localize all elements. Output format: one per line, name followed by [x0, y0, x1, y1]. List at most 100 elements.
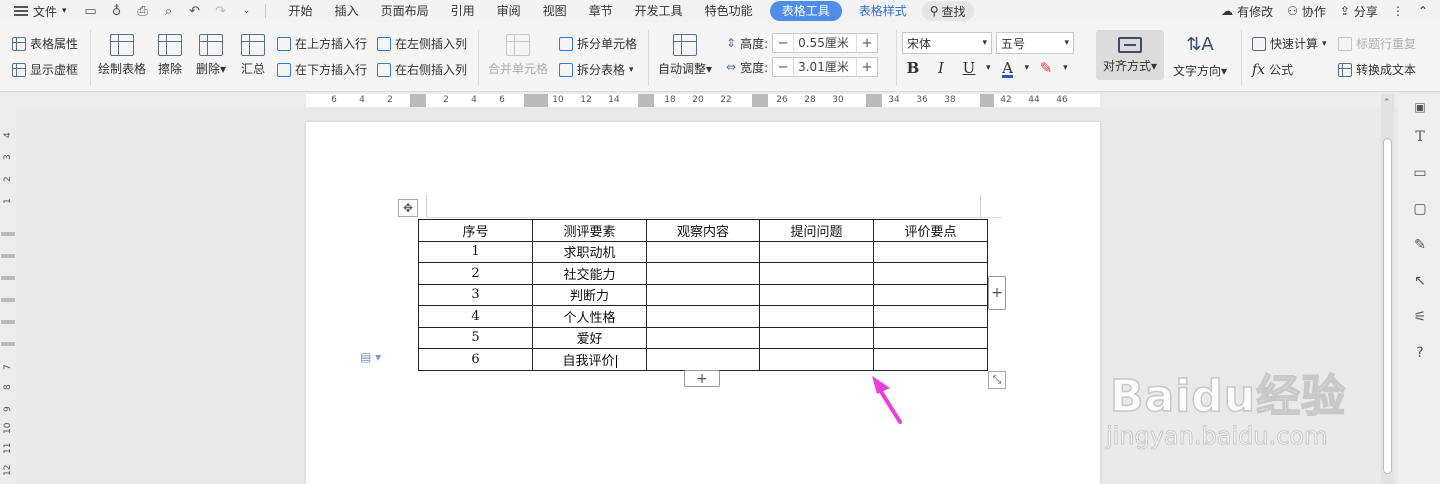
horizontal-ruler[interactable]: 6 4 2 2 4 6 10 12 14 18 20 22 26 28 30 3…	[0, 92, 1400, 108]
more-chevron-icon[interactable]: ⌄	[239, 6, 255, 16]
text-style-icon[interactable]: T	[1409, 126, 1431, 148]
tab-references[interactable]: 引用	[440, 0, 486, 22]
font-size-select[interactable]: 五号 ▾	[996, 32, 1074, 54]
file-menu[interactable]: 文件 ▾	[0, 0, 77, 22]
tab-page-layout[interactable]: 页面布局	[370, 0, 440, 22]
table-cell[interactable]	[646, 348, 760, 371]
tab-chapter[interactable]: 章节	[578, 0, 624, 22]
format-painter-icon[interactable]: ♁	[109, 4, 125, 19]
width-field[interactable]: − 3.01厘米 +	[772, 57, 879, 77]
italic-icon[interactable]: I	[930, 59, 952, 77]
table-cell[interactable]: 爱好	[532, 326, 647, 349]
quick-calc-button[interactable]: 快速计算 ▾	[1252, 35, 1327, 52]
table-cell[interactable]	[873, 262, 988, 285]
underline-icon[interactable]: U	[958, 59, 980, 77]
table-cell[interactable]	[873, 305, 988, 328]
insert-col-right-button[interactable]: 在右侧插入列	[377, 61, 467, 78]
table-cell[interactable]	[873, 240, 988, 263]
save-icon[interactable]: ▭	[83, 4, 99, 19]
print-icon[interactable]: ⎙	[135, 4, 151, 19]
bold-icon[interactable]: B	[902, 59, 924, 77]
table-cell[interactable]	[646, 305, 760, 328]
table-header-cell[interactable]: 提问问题	[759, 219, 874, 242]
paragraph-layout-icon[interactable]: ▤ ▾	[360, 350, 381, 364]
table-cell[interactable]: 4	[418, 305, 533, 328]
table-header-cell[interactable]: 序号	[418, 219, 533, 242]
more-options-icon[interactable]: ⋮	[1392, 4, 1404, 18]
document-settings-icon[interactable]: ▢	[1409, 198, 1431, 220]
table-cell[interactable]: 求职动机	[532, 240, 647, 263]
chevron-down-icon[interactable]: ▾	[1025, 63, 1030, 73]
print-preview-icon[interactable]: ⌕	[161, 4, 177, 19]
formula-button[interactable]: fx 公式	[1252, 61, 1293, 78]
pen-icon[interactable]: ✎	[1409, 234, 1431, 256]
table-header-cell[interactable]: 评价要点	[873, 219, 988, 242]
split-table-button[interactable]: 拆分表格 ▾	[559, 61, 634, 78]
undo-icon[interactable]: ↶	[187, 4, 203, 19]
convert-to-text-button[interactable]: 转换成文本	[1338, 61, 1416, 78]
table-cell[interactable]: 5	[418, 326, 533, 349]
table-move-handle[interactable]: ✥	[398, 199, 418, 217]
table-cell[interactable]	[646, 240, 760, 263]
highlight-icon[interactable]: ✎	[1035, 59, 1057, 77]
table-cell[interactable]: 3	[418, 283, 533, 306]
ruler-column-marker[interactable]	[980, 94, 994, 107]
tab-table-style[interactable]: 表格样式	[848, 0, 918, 22]
redo-icon[interactable]: ↷	[213, 4, 229, 19]
height-increase-button[interactable]: +	[857, 36, 877, 51]
table-cell[interactable]	[759, 305, 874, 328]
table-cell[interactable]	[759, 348, 874, 371]
table-cell[interactable]	[646, 283, 760, 306]
table-cell[interactable]	[759, 240, 874, 263]
tab-developer[interactable]: 开发工具	[624, 0, 694, 22]
tab-start[interactable]: 开始	[278, 0, 324, 22]
merge-cells-button[interactable]: 合并单元格	[488, 34, 548, 77]
summary-button[interactable]: 汇总	[241, 34, 265, 77]
table-cell[interactable]: 社交能力	[532, 262, 647, 285]
vertical-scrollbar[interactable]: ⌃	[1381, 94, 1394, 484]
align-mode-button[interactable]: 对齐方式▾	[1096, 30, 1164, 80]
table-cell[interactable]: 6	[418, 348, 533, 371]
table-cell[interactable]	[873, 348, 988, 371]
auto-adjust-button[interactable]: 自动调整▾	[658, 34, 712, 77]
table-cell[interactable]	[759, 283, 874, 306]
help-icon[interactable]: ?	[1409, 342, 1431, 364]
table-header-cell[interactable]: 测评要素	[532, 219, 647, 242]
font-color-icon[interactable]: A	[997, 59, 1019, 77]
scrollbar-thumb[interactable]	[1383, 138, 1392, 474]
tab-review[interactable]: 审阅	[486, 0, 532, 22]
insert-col-left-button[interactable]: 在左侧插入列	[377, 35, 467, 52]
modified-status[interactable]: ☁ 有修改	[1221, 3, 1273, 20]
adjust-icon[interactable]: ⚟	[1409, 306, 1431, 328]
ruler-row-marker[interactable]	[1, 298, 15, 302]
ruler-row-marker[interactable]	[1, 342, 15, 346]
chevron-down-icon[interactable]: ▾	[986, 63, 991, 73]
tab-special[interactable]: 特色功能	[694, 0, 764, 22]
ruler-column-marker[interactable]	[752, 94, 768, 107]
height-decrease-button[interactable]: −	[773, 36, 793, 51]
table-cell[interactable]: 判断力	[532, 283, 647, 306]
ruler-column-marker[interactable]	[866, 94, 882, 107]
collab-button[interactable]: ⚇ 协作	[1287, 3, 1326, 20]
height-field[interactable]: − 0.55厘米 +	[772, 33, 879, 53]
erase-button[interactable]: 擦除	[158, 34, 182, 77]
ruler-column-marker[interactable]	[410, 94, 426, 107]
ruler-row-marker[interactable]	[1, 232, 15, 236]
width-increase-button[interactable]: +	[857, 60, 877, 75]
vertical-ruler[interactable]: 4 3 2 1 7 8 9 10 11 12	[0, 108, 16, 484]
width-value[interactable]: 3.01厘米	[793, 58, 858, 76]
ruler-row-marker[interactable]	[1, 320, 15, 324]
draw-table-button[interactable]: 绘制表格	[98, 34, 146, 77]
sidebar-collapse-icon[interactable]: ▣	[1409, 96, 1431, 118]
tab-insert[interactable]: 插入	[324, 0, 370, 22]
repeat-header-button[interactable]: 标题行重复	[1338, 35, 1416, 52]
table-cell[interactable]	[873, 326, 988, 349]
table-resize-handle[interactable]: ⤡	[988, 371, 1006, 389]
scroll-up-icon[interactable]: ⌃	[1383, 98, 1391, 108]
width-decrease-button[interactable]: −	[773, 60, 793, 75]
table-cell[interactable]	[646, 262, 760, 285]
delete-button[interactable]: 删除▾	[196, 34, 226, 77]
table-cell[interactable]: 个人性格	[532, 305, 647, 328]
insert-row-above-button[interactable]: 在上方插入行	[277, 35, 367, 52]
font-name-select[interactable]: 宋体 ▾	[902, 32, 992, 54]
